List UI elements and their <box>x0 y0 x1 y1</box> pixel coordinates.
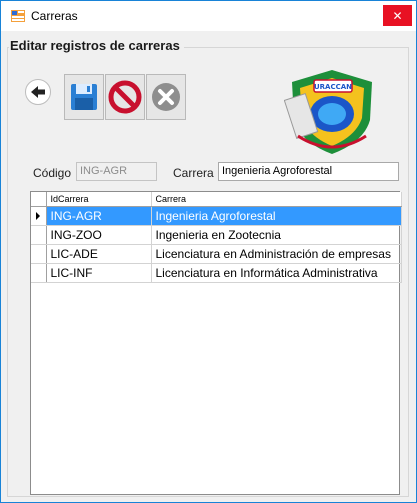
cell-carrera[interactable]: Ingenieria en Zootecnia <box>151 225 402 245</box>
title-bar[interactable]: Carreras ✕ <box>1 1 416 31</box>
arrow-left-icon <box>31 86 45 98</box>
back-button[interactable] <box>25 79 51 105</box>
current-row-arrow-icon <box>36 211 40 220</box>
table-row[interactable]: LIC-INF Licenciatura en Informática Admi… <box>31 263 402 283</box>
row-header[interactable] <box>31 263 47 283</box>
delete-button[interactable] <box>146 74 186 120</box>
cell-idcarrera[interactable]: LIC-INF <box>46 263 152 283</box>
grid-table: IdCarrera Carrera ING-AGR Ingenieria Agr… <box>31 192 402 283</box>
cell-carrera[interactable]: Licenciatura en Administración de empres… <box>151 244 402 264</box>
close-icon: ✕ <box>392 8 403 23</box>
window-title: Carreras <box>31 9 78 23</box>
row-header[interactable] <box>31 225 47 245</box>
form-icon <box>11 10 25 22</box>
carreras-grid[interactable]: IdCarrera Carrera ING-AGR Ingenieria Agr… <box>30 191 402 495</box>
window: Carreras ✕ Editar registros de carreras <box>0 0 417 503</box>
row-header-corner <box>31 192 47 207</box>
carrera-field[interactable]: Ingenieria Agroforestal <box>218 162 399 181</box>
x-circle-icon <box>152 83 180 111</box>
carrera-label: Carrera <box>173 166 214 180</box>
save-button[interactable] <box>64 74 104 120</box>
table-row[interactable]: LIC-ADE Licenciatura en Administración d… <box>31 244 402 264</box>
column-header-idcarrera[interactable]: IdCarrera <box>46 192 152 207</box>
no-entry-icon <box>108 80 142 114</box>
table-row[interactable]: ING-AGR Ingenieria Agroforestal <box>31 206 402 226</box>
svg-text:URACCAN: URACCAN <box>314 83 352 91</box>
cell-idcarrera[interactable]: LIC-ADE <box>46 244 152 264</box>
column-header-carrera[interactable]: Carrera <box>151 192 402 207</box>
codigo-field[interactable]: ING-AGR <box>76 162 157 181</box>
groupbox-title: Editar registros de carreras <box>9 38 184 53</box>
table-row[interactable]: ING-ZOO Ingenieria en Zootecnia <box>31 225 402 245</box>
row-header[interactable] <box>31 244 47 264</box>
grid-header-row: IdCarrera Carrera <box>31 192 402 207</box>
cell-carrera[interactable]: Ingenieria Agroforestal <box>151 206 402 226</box>
cell-idcarrera[interactable]: ING-AGR <box>46 206 152 226</box>
cell-carrera[interactable]: Licenciatura en Informática Administrati… <box>151 263 402 283</box>
cell-idcarrera[interactable]: ING-ZOO <box>46 225 152 245</box>
row-header[interactable] <box>31 206 47 226</box>
codigo-label: Código <box>33 166 72 180</box>
close-button[interactable]: ✕ <box>383 5 412 26</box>
uraccan-logo: URACCAN <box>284 70 372 154</box>
cancel-button[interactable] <box>105 74 145 120</box>
floppy-disk-icon <box>71 84 97 110</box>
